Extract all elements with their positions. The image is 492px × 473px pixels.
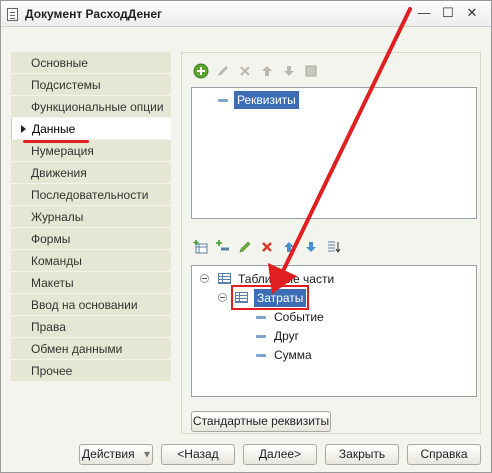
annotation-arrow xyxy=(268,7,412,294)
bottom-button-bar: Действия ▾ <Назад Далее> Закрыть Справка xyxy=(1,441,491,473)
close-button[interactable]: Закрыть xyxy=(325,444,399,465)
back-button[interactable]: <Назад xyxy=(161,444,235,465)
actions-button[interactable]: Действия ▾ xyxy=(79,444,153,465)
actions-button-label: Действия xyxy=(82,447,135,461)
document-window: Документ РасходДенег — ☐ ✕ Основные Подс… xyxy=(0,0,492,473)
chevron-down-icon: ▾ xyxy=(143,447,150,461)
next-button[interactable]: Далее> xyxy=(243,444,317,465)
help-button[interactable]: Справка xyxy=(407,444,481,465)
